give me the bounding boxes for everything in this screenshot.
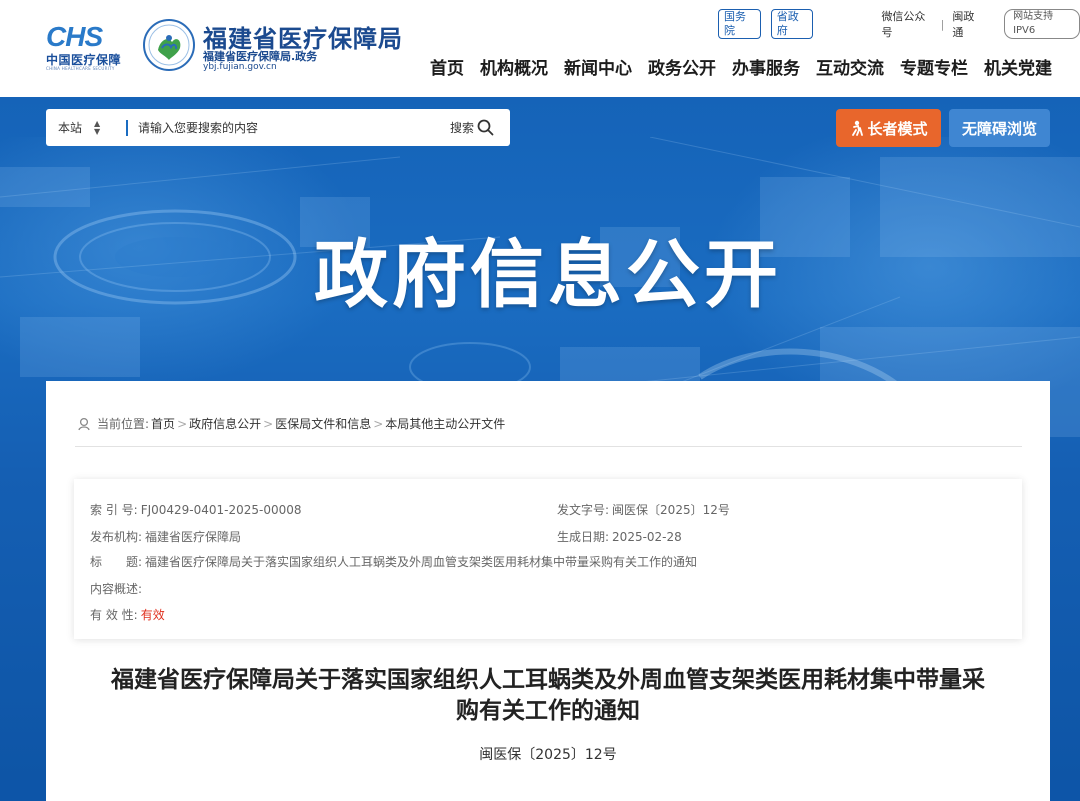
article-panel: 当前位置: 首页 > 政府信息公开 > 医保局文件和信息 > 本局其他主动公开文… [46, 381, 1050, 801]
search-scope-select[interactable]: 本站 ▲ ▼ [46, 119, 120, 136]
document-number: 闽医保〔2025〕12号 [479, 747, 617, 763]
meta-doc-no: 发文字号: 闽医保〔2025〕12号 [557, 501, 730, 518]
document-title-line-1: 福建省医疗保障局关于落实国家组织人工耳蜗类及外周血管支架类医用耗材集中带量采 [111, 667, 985, 693]
meta-title: 标 题: 福建省医疗保障局关于落实国家组织人工耳蜗类及外周血管支架类医用耗材集中带… [90, 553, 697, 570]
banner-title: 政府信息公开 [314, 232, 782, 318]
breadcrumb-separator: > [177, 416, 188, 431]
chs-mark-text: CHS [46, 22, 103, 50]
breadcrumb-separator: > [263, 416, 274, 431]
meta-key: 内容概述: [90, 582, 143, 596]
nav-item-party[interactable]: 机关党建 [984, 54, 1052, 79]
site-search: 本站 ▲▼ 搜索 [46, 109, 510, 146]
meta-value: 闽医保〔2025〕12号 [612, 503, 730, 517]
search-icon [477, 119, 494, 136]
meta-key: 发文字号: [557, 503, 610, 517]
chs-en-name: CHINA HEALTHCARE SECURITY [46, 66, 115, 71]
nav-item-services[interactable]: 办事服务 [732, 54, 800, 79]
breadcrumb-gov-info[interactable]: 政府信息公开 [189, 415, 261, 432]
meta-key: 索 引 号: [90, 503, 138, 517]
search-button[interactable]: 搜索 [450, 119, 494, 136]
meta-summary: 内容概述: [90, 580, 145, 597]
site-header: CHS 中国医疗保障 CHINA HEALTHCARE SECURITY 福建省… [0, 0, 1080, 97]
elder-mode-button[interactable]: 长者模式 [836, 109, 941, 147]
elder-mode-label: 长者模式 [867, 119, 928, 138]
meta-key: 生成日期: [557, 530, 610, 544]
min-zheng-tong-link[interactable]: 闽政通 [952, 8, 983, 40]
document-title: 福建省医疗保障局关于落实国家组织人工耳蜗类及外周血管支架类医用耗材集中带量采 购… [72, 665, 1024, 727]
location-pin-icon [78, 417, 90, 430]
meta-index-no: 索 引 号: FJ00429-0401-2025-00008 [90, 501, 302, 518]
breadcrumb: 当前位置: 首页 > 政府信息公开 > 医保局文件和信息 > 本局其他主动公开文… [77, 415, 505, 432]
meta-value: 福建省医疗保障局 [145, 530, 242, 544]
meta-value: FJ00429-0401-2025-00008 [140, 503, 302, 517]
nav-item-news[interactable]: 新闻中心 [564, 54, 632, 79]
meta-date: 生成日期: 2025-02-28 [557, 528, 682, 545]
provincial-gov-link[interactable]: 省政府 [770, 9, 814, 39]
breadcrumb-separator: > [373, 416, 384, 431]
wechat-link[interactable]: 微信公众号 [881, 8, 932, 40]
nav-item-interaction[interactable]: 互动交流 [816, 54, 884, 79]
meta-validity: 有 效 性: 有效 [90, 606, 165, 623]
accessible-browse-button[interactable]: 无障碍浏览 [949, 109, 1050, 147]
meta-issuer: 发布机构: 福建省医疗保障局 [90, 528, 241, 545]
breadcrumb-docs[interactable]: 医保局文件和信息 [275, 415, 371, 432]
meta-key: 标 题: [90, 555, 143, 569]
top-link-separator: | [940, 17, 945, 31]
search-button-label: 搜索 [449, 121, 474, 135]
meta-value: 福建省医疗保障局关于落实国家组织人工耳蜗类及外周血管支架类医用耗材集中带量采购有… [145, 555, 698, 569]
bureau-domain-url: ybj.fujian.gov.cn [203, 62, 277, 72]
nav-item-overview[interactable]: 机构概况 [480, 54, 548, 79]
breadcrumb-label: 当前位置: [97, 417, 150, 431]
meta-value: 2025-02-28 [612, 530, 682, 544]
state-council-link[interactable]: 国务院 [718, 9, 761, 39]
breadcrumb-divider [75, 446, 1022, 447]
search-input[interactable] [128, 119, 450, 136]
nav-item-topics[interactable]: 专题专栏 [900, 54, 968, 79]
elder-person-icon [852, 120, 864, 136]
bureau-emblem-icon[interactable] [142, 18, 196, 72]
meta-key: 发布机构: [90, 530, 143, 544]
main-nav: 首页 机构概况 新闻中心 政务公开 办事服务 互动交流 专题专栏 机关党建 [414, 54, 1052, 79]
breadcrumb-home[interactable]: 首页 [151, 415, 175, 432]
nav-item-home[interactable]: 首页 [430, 54, 464, 79]
sort-arrows-icon: ▲ ▼ [94, 118, 101, 136]
accessible-browse-label: 无障碍浏览 [961, 119, 1037, 138]
meta-key: 有 效 性: [90, 608, 138, 622]
validity-status: 有效 [140, 608, 165, 622]
breadcrumb-other-docs[interactable]: 本局其他主动公开文件 [385, 415, 505, 432]
search-scope-value: 本站 [58, 121, 83, 135]
nav-item-gov-affairs[interactable]: 政务公开 [648, 54, 716, 79]
chs-mark-icon: CHS [46, 22, 104, 50]
top-links: 国务院 省政府 微信公众号 | 闽政通 网站支持IPV6 [718, 9, 1080, 39]
chs-logo[interactable]: CHS 中国医疗保障 CHINA HEALTHCARE SECURITY [44, 22, 128, 71]
document-title-line-2: 购有关工作的通知 [456, 698, 640, 724]
ipv6-badge: 网站支持IPV6 [1004, 9, 1080, 39]
document-meta-card: 索 引 号: FJ00429-0401-2025-00008 发文字号: 闽医保〔2… [74, 479, 1022, 639]
